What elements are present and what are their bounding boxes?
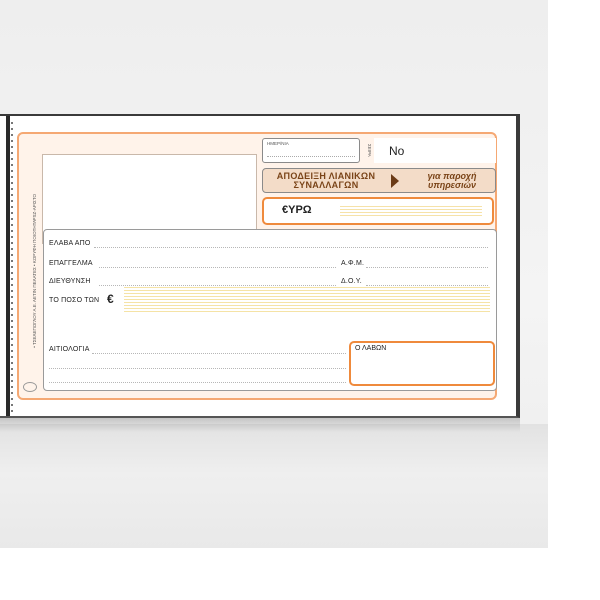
currency-label: €ΥΡΩ (282, 204, 312, 216)
reason-label: ΑΙΤΙΟΛΟΓΙΑ (49, 346, 90, 353)
document-title: ΑΠΟΔΕΙΞΗ ΛΙΑΝΙΚΩΝ ΣΥΝΑΛΛΑΓΩΝ (263, 170, 389, 192)
profession-line[interactable] (99, 267, 336, 268)
received-from-label: ΕΛΑΒΑ ΑΠΟ (49, 240, 91, 247)
binding-perforation (11, 122, 13, 412)
afm-label: Α.Φ.Μ. (341, 260, 365, 267)
doy-line[interactable] (366, 285, 488, 286)
series-label: ΣΕΙΡΑ (367, 143, 372, 157)
document-subtitle: για παροχή υπηρεσιών (409, 170, 495, 192)
date-field[interactable]: ΗΜΕΡ/ΝΙΑ (262, 138, 360, 163)
euro-sign: € (107, 292, 114, 306)
receipt-number-field[interactable]: Νο (374, 138, 496, 163)
amount-dotted-area (340, 206, 482, 218)
date-label: ΗΜΕΡ/ΝΙΑ (267, 141, 289, 146)
triangle-right-icon (391, 174, 399, 188)
receipt-form: PSZ-ΑΡΙΣΤΟ ΑΕΤΙΝ ΠΕΛΑΤΕΣ • ΚΟΡΥΦΗ ΠΟΙΟΤΗ… (17, 132, 497, 400)
imprint-line: ΑΕΤΙΝ ΠΕΛΑΤΕΣ • ΚΟΡΥΦΗ ΠΟΙΟΤΗΤΑ (32, 220, 37, 303)
profession-label: ΕΠΑΓΓΕΛΜΑ (49, 260, 93, 267)
reason-line[interactable] (49, 368, 346, 369)
imprint-line: • ΤΣΕΛΕΠΟΓΛΟΥ Α.Ε. (32, 302, 37, 348)
book-spine (6, 116, 10, 416)
address-label: ΔΙΕΥΘΥΝΣΗ (49, 278, 91, 285)
details-section: ΕΛΑΒΑ ΑΠΟ ΕΠΑΓΓΕΛΜΑ Α.Φ.Μ. ΔΙΕΥΘΥΝΣΗ Δ.Ο… (43, 229, 497, 391)
receiver-label: Ο ΛΑΒΩΝ (355, 345, 387, 352)
address-line[interactable] (99, 285, 336, 286)
amount-words-area[interactable] (124, 287, 490, 313)
reason-line[interactable] (92, 353, 346, 354)
subtitle-line: υπηρεσιών (428, 180, 476, 190)
received-from-line[interactable] (94, 247, 488, 248)
imprint-line: PSZ-ΑΡΙΣΤΟ (32, 194, 37, 221)
title-line: ΣΥΝΑΛΛΑΓΩΝ (293, 180, 359, 190)
total-amount-field[interactable]: €ΥΡΩ (262, 197, 494, 225)
afm-line[interactable] (366, 267, 488, 268)
book-shadow (0, 418, 520, 432)
receipt-book: PSZ-ΑΡΙΣΤΟ ΑΕΤΙΝ ΠΕΛΑΤΕΣ • ΚΟΡΥΦΗ ΠΟΙΟΤΗ… (0, 114, 520, 418)
number-label: Νο (389, 144, 405, 158)
recycle-icon (23, 382, 37, 392)
table-surface (0, 424, 548, 548)
document-title-band: ΑΠΟΔΕΙΞΗ ΛΙΑΝΙΚΩΝ ΣΥΝΑΛΛΑΓΩΝ για παροχή … (262, 168, 496, 193)
amount-words-label: ΤΟ ΠΟΣΟ ΤΩΝ (49, 297, 100, 304)
reason-line[interactable] (49, 382, 346, 383)
receiver-signature-field[interactable]: Ο ΛΑΒΩΝ (349, 341, 495, 386)
date-dotted-line (267, 156, 355, 157)
doy-label: Δ.Ο.Υ. (341, 278, 362, 285)
